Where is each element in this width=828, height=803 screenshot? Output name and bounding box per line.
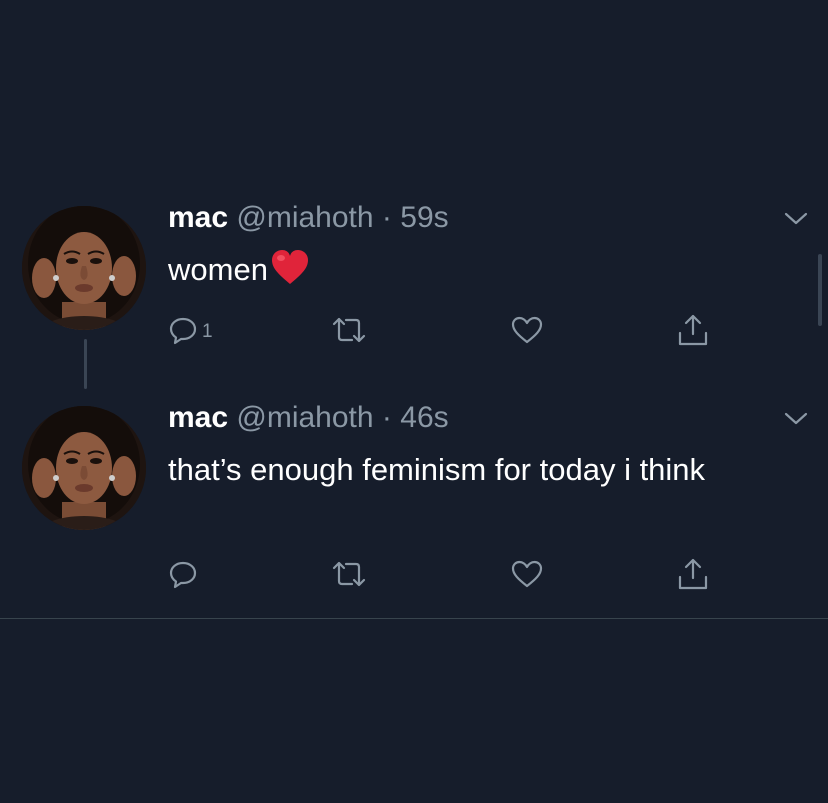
tweet-text: women [168, 246, 768, 300]
share-button[interactable] [676, 558, 710, 594]
avatar[interactable] [22, 406, 146, 530]
tweet-text-content: women [168, 252, 268, 287]
tweet[interactable]: mac @miahoth · 59s women 1 [0, 196, 828, 366]
display-name[interactable]: mac [168, 401, 228, 434]
like-icon [510, 559, 544, 594]
tweet-actions: 1 [168, 314, 728, 354]
reply-icon [168, 315, 198, 350]
thread-connector-line [84, 339, 87, 389]
red-heart-emoji-icon [270, 248, 310, 300]
separator-dot: · [381, 401, 392, 434]
like-icon [510, 315, 544, 350]
tweet[interactable]: mac @miahoth · 46s that’s enough feminis… [0, 396, 828, 616]
avatar[interactable] [22, 206, 146, 330]
like-button[interactable] [510, 558, 544, 594]
retweet-icon [330, 315, 368, 350]
tweet-text: that’s enough feminism for today i think [168, 452, 706, 487]
retweet-button[interactable] [330, 314, 368, 350]
reply-count: 1 [202, 321, 213, 342]
tweet-actions [168, 558, 728, 598]
chevron-down-icon[interactable] [782, 206, 810, 230]
separator-dot: · [381, 201, 392, 234]
reply-button[interactable]: 1 [168, 314, 213, 350]
timestamp[interactable]: 46s [400, 401, 448, 434]
share-icon [676, 557, 710, 596]
reply-icon [168, 559, 198, 594]
scrollbar[interactable] [818, 254, 822, 326]
user-handle[interactable]: @miahoth [236, 201, 373, 234]
retweet-icon [330, 559, 368, 594]
chevron-down-icon[interactable] [782, 406, 810, 430]
tweet-header: mac @miahoth · 59s [168, 198, 449, 238]
divider [0, 618, 828, 619]
display-name[interactable]: mac [168, 201, 228, 234]
reply-button[interactable] [168, 558, 198, 594]
user-handle[interactable]: @miahoth [236, 401, 373, 434]
share-button[interactable] [676, 314, 710, 350]
retweet-button[interactable] [330, 558, 368, 594]
share-icon [676, 313, 710, 352]
tweet-header: mac @miahoth · 46s [168, 398, 449, 438]
like-button[interactable] [510, 314, 544, 350]
timestamp[interactable]: 59s [400, 201, 448, 234]
